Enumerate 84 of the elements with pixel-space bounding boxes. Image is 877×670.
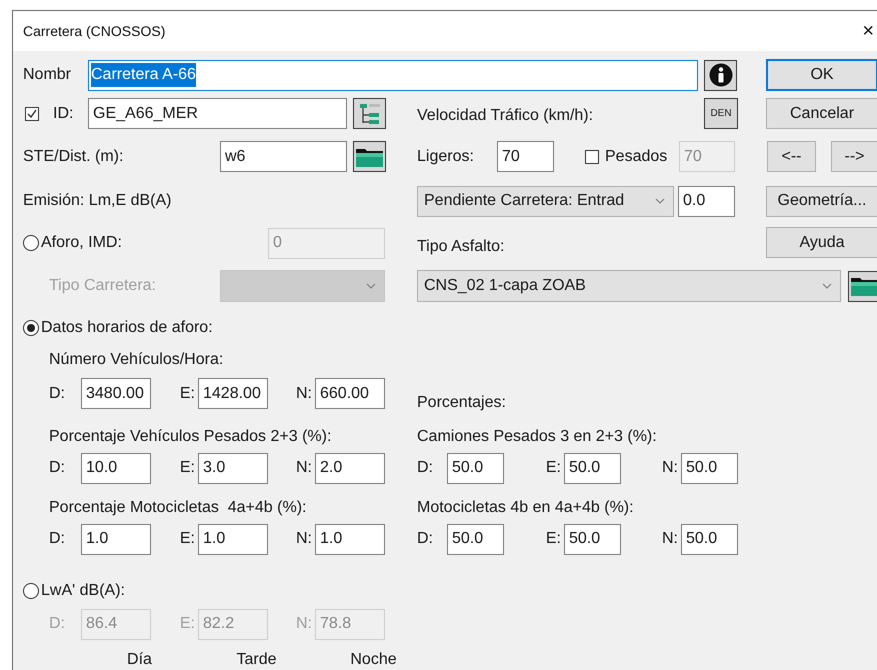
text-field[interactable]: 70 bbox=[497, 141, 554, 172]
text-field[interactable]: 3.0 bbox=[198, 452, 268, 484]
text-field[interactable]: 50.0 bbox=[681, 524, 738, 554]
field-label: D: bbox=[49, 614, 66, 634]
dialog-button[interactable]: <-- bbox=[767, 141, 816, 172]
text-field[interactable]: 3480.00 bbox=[81, 378, 151, 409]
field-label: D: bbox=[417, 529, 434, 549]
field-label: N: bbox=[295, 529, 313, 549]
text-field[interactable]: 50.0 bbox=[681, 452, 738, 484]
group-label: Camiones Pesados 3 en 2+3 (%): bbox=[417, 427, 657, 447]
field-label: Tipo Carretera: bbox=[48, 276, 156, 296]
group-label: Porcentajes: bbox=[417, 393, 506, 413]
dialog-button[interactable]: Ayuda bbox=[766, 227, 877, 258]
field-label: Ligeros: bbox=[417, 146, 475, 166]
text-field[interactable]: 50.0 bbox=[564, 524, 621, 554]
field-label: ID: bbox=[53, 104, 74, 124]
text-field[interactable]: 10.0 bbox=[81, 452, 151, 484]
column-label: Noche bbox=[350, 650, 397, 670]
tree-button[interactable] bbox=[353, 98, 386, 129]
field-label: Nombr bbox=[23, 65, 72, 85]
text-field[interactable]: GE_A66_MER bbox=[88, 98, 347, 129]
field-label: N: bbox=[295, 384, 313, 404]
den-button[interactable]: DEN bbox=[704, 98, 738, 129]
field-label: Tipo Asfalto: bbox=[417, 237, 504, 257]
radio-label: Datos horarios de aforo: bbox=[41, 318, 213, 338]
field-label: E: bbox=[178, 529, 196, 549]
field-label: D: bbox=[49, 529, 66, 549]
radio-button[interactable] bbox=[23, 320, 39, 336]
checkbox[interactable] bbox=[25, 106, 39, 120]
column-label: Día bbox=[127, 650, 152, 670]
folder-button[interactable] bbox=[848, 270, 877, 302]
text-field[interactable]: 50.0 bbox=[447, 452, 504, 484]
text-field[interactable]: 0.0 bbox=[678, 186, 735, 216]
field-label: N: bbox=[295, 458, 313, 478]
checkbox-label: Pesados bbox=[605, 146, 668, 166]
field-label: STE/Dist. (m): bbox=[23, 146, 124, 166]
text-field[interactable]: 660.00 bbox=[315, 378, 385, 409]
text-field[interactable]: 1.0 bbox=[198, 524, 268, 554]
group-label: Porcentaje Vehículos Pesados 2+3 (%): bbox=[49, 427, 332, 447]
text-field[interactable]: w6 bbox=[220, 141, 347, 172]
field-label: E: bbox=[544, 458, 562, 478]
chevron-down-icon bbox=[655, 198, 665, 204]
radio-label: Aforo, IMD: bbox=[41, 233, 122, 253]
text-field[interactable]: 50.0 bbox=[564, 452, 621, 484]
field-label: D: bbox=[49, 384, 66, 404]
radio-label: LwA' dB(A): bbox=[41, 581, 125, 601]
group-label: Porcentaje Motocicletas 4a+4b (%): bbox=[49, 498, 306, 518]
window-title: Carretera (CNOSSOS) bbox=[23, 22, 166, 41]
tree-icon bbox=[358, 102, 382, 126]
folder-button[interactable] bbox=[353, 141, 386, 172]
dropdown-value: Pendiente Carretera: Entrad bbox=[424, 191, 624, 211]
field-label: E: bbox=[178, 458, 196, 478]
text-field[interactable]: 1.0 bbox=[315, 524, 385, 554]
text-field[interactable]: 50.0 bbox=[447, 524, 504, 554]
field-label: Velocidad Tráfico (km/h): bbox=[417, 106, 594, 126]
chevron-down-icon bbox=[822, 283, 832, 289]
section-label: Emisión: Lm,E dB(A) bbox=[23, 191, 172, 211]
field-label: D: bbox=[49, 458, 66, 478]
dialog-button[interactable]: Geometría... bbox=[766, 186, 877, 216]
field-label: N: bbox=[661, 529, 679, 549]
group-label: Motocicletas 4b en 4a+4b (%): bbox=[417, 498, 634, 518]
field-label: N: bbox=[295, 614, 313, 634]
dialog-button[interactable]: Cancelar bbox=[766, 98, 877, 129]
text-field[interactable]: 1.0 bbox=[81, 524, 151, 554]
folder-icon bbox=[850, 275, 877, 297]
dropdown[interactable]: Pendiente Carretera: Entrad bbox=[417, 186, 674, 216]
text-field[interactable]: Carretera A-66 bbox=[88, 60, 698, 90]
dropdown[interactable]: CNS_02 1-capa ZOAB bbox=[417, 270, 841, 302]
close-button[interactable]: × bbox=[862, 16, 874, 46]
info-button[interactable] bbox=[704, 60, 737, 90]
field-label: E: bbox=[544, 529, 562, 549]
text-field[interactable]: 2.0 bbox=[315, 452, 385, 484]
field-label: E: bbox=[178, 614, 196, 634]
group-label: Número Vehículos/Hora: bbox=[49, 350, 224, 370]
field-label: N: bbox=[661, 458, 679, 478]
info-icon bbox=[708, 63, 732, 87]
column-label: Tarde bbox=[236, 650, 277, 670]
dropdown-value: CNS_02 1-capa ZOAB bbox=[424, 276, 586, 296]
dialog-button[interactable]: OK bbox=[766, 59, 877, 91]
dialog-button[interactable]: --> bbox=[831, 141, 877, 172]
field-label: D: bbox=[417, 458, 434, 478]
text-field[interactable]: 1428.00 bbox=[198, 378, 268, 409]
chevron-down-icon bbox=[366, 283, 376, 289]
field-label: E: bbox=[178, 384, 196, 404]
